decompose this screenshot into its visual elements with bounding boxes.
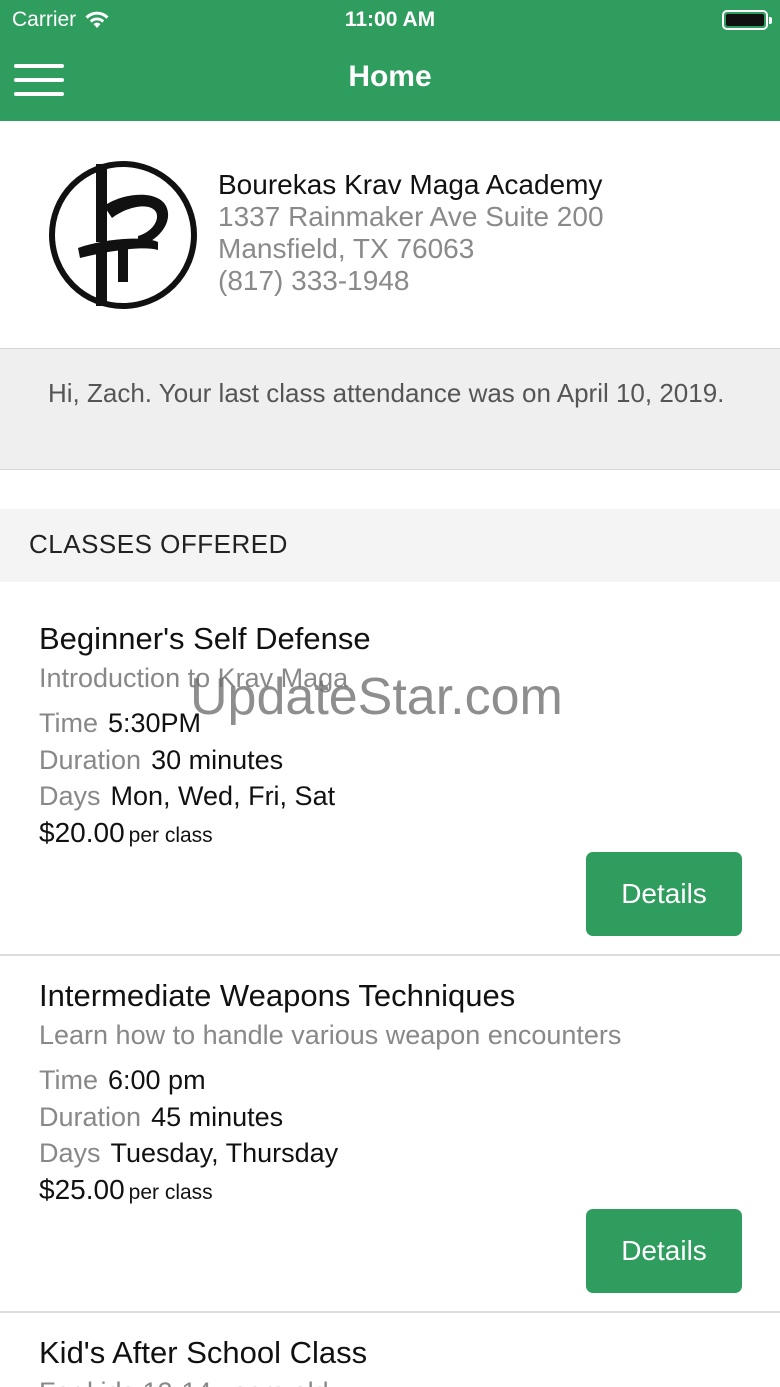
class-card: Beginner's Self Defense Introduction to … <box>0 599 780 956</box>
top-bar: Carrier 11:00 AM Home <box>0 0 780 121</box>
page-title: Home <box>348 60 432 93</box>
price-amount: $20.00 <box>39 817 125 848</box>
days-label: Days <box>39 781 101 811</box>
class-subtitle: Introduction to Krav Maga <box>39 663 349 693</box>
class-subtitle: For kids 12-14 years old <box>39 1377 329 1387</box>
duration-value: 45 minutes <box>151 1102 284 1132</box>
price-per-class: per class <box>128 824 213 847</box>
class-title: Beginner's Self Defense <box>39 621 371 656</box>
battery-icon <box>722 10 772 30</box>
duration-label: Duration <box>39 1102 142 1132</box>
class-duration-row: Duration 30 minutes <box>39 745 283 776</box>
academy-info: Bourekas Krav Maga Academy 1337 Rainmake… <box>0 121 780 348</box>
academy-address-line1[interactable]: 1337 Rainmaker Ave Suite 200 <box>218 201 604 233</box>
duration-value: 30 minutes <box>151 745 284 775</box>
academy-phone[interactable]: (817) 333-1948 <box>218 265 604 297</box>
class-days-row: Days Mon, Wed, Fri, Sat <box>39 781 335 812</box>
class-subtitle: Learn how to handle various weapon encou… <box>39 1020 622 1050</box>
details-button[interactable]: Details <box>586 1209 742 1293</box>
class-title: Kid's After School Class <box>39 1335 368 1370</box>
duration-label: Duration <box>39 745 142 775</box>
section-header-classes: CLASSES OFFERED <box>0 509 780 582</box>
price-amount: $25.00 <box>39 1174 125 1205</box>
academy-address-line2[interactable]: Mansfield, TX 76063 <box>218 233 604 265</box>
time-value: 5:30PM <box>108 708 202 738</box>
academy-name: Bourekas Krav Maga Academy <box>218 169 603 200</box>
academy-logo-icon <box>49 161 197 309</box>
time-label: Time <box>39 1065 98 1095</box>
price-per-class: per class <box>128 1181 213 1204</box>
details-button[interactable]: Details <box>586 852 742 936</box>
days-value: Tuesday, Thursday <box>110 1138 339 1168</box>
class-card: Intermediate Weapons Techniques Learn ho… <box>0 956 780 1313</box>
class-card: Kid's After School Class For kids 12-14 … <box>0 1313 780 1387</box>
class-time-row: Time 5:30PM <box>39 708 201 739</box>
status-time: 11:00 AM <box>344 8 436 31</box>
days-label: Days <box>39 1138 101 1168</box>
days-value: Mon, Wed, Fri, Sat <box>110 781 336 811</box>
class-duration-row: Duration 45 minutes <box>39 1102 283 1133</box>
greeting-banner: Hi, Zach. Your last class attendance was… <box>0 348 780 470</box>
class-time-row: Time 6:00 pm <box>39 1065 206 1096</box>
time-label: Time <box>39 708 98 738</box>
class-title: Intermediate Weapons Techniques <box>39 978 516 1013</box>
time-value: 6:00 pm <box>108 1065 206 1095</box>
class-days-row: Days Tuesday, Thursday <box>39 1138 338 1169</box>
class-price: $20.00 per class <box>39 817 213 849</box>
class-price: $25.00 per class <box>39 1174 213 1206</box>
